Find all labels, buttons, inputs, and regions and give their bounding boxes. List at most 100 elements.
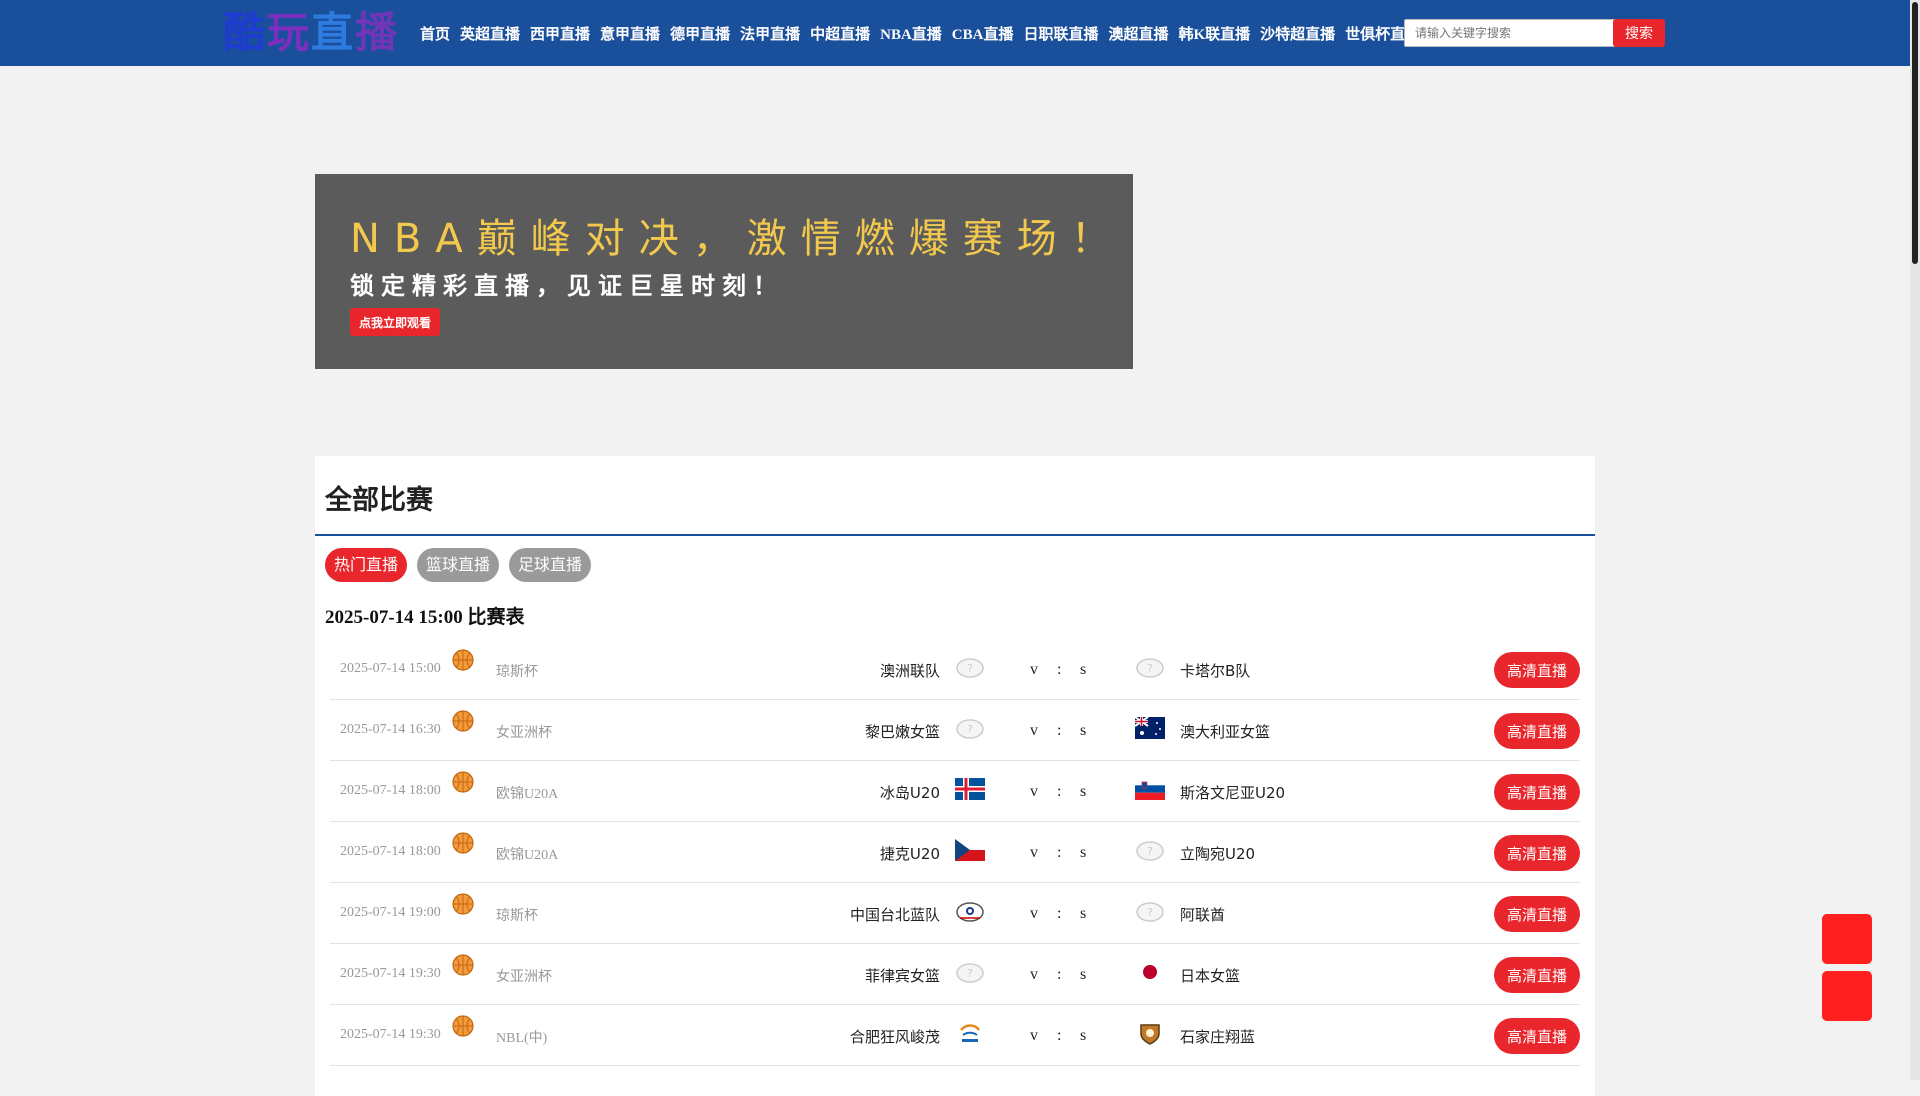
home-team-name[interactable]: 中国台北蓝队 [850,904,940,925]
home-team-name[interactable]: 冰岛U20 [880,782,940,803]
home-team-name[interactable]: 菲律宾女篮 [865,965,940,986]
away-team-name[interactable]: 斯洛文尼亚U20 [1180,782,1285,803]
away-team-name[interactable]: 立陶宛U20 [1180,843,1255,864]
category-tab[interactable]: 足球直播 [509,548,592,582]
score-away-placeholder: s [1080,722,1087,739]
nav-link[interactable]: NBA直播 [880,23,942,44]
match-row: 2025-07-14 19:00 琼斯杯 中国台北蓝队 v: s? 阿联酋 高清直播 [330,883,1580,944]
score-separator: : [1057,966,1062,983]
iceland-flag-icon [955,778,987,804]
nav-link[interactable]: 西甲直播 [530,23,590,44]
score-home-placeholder: v [1030,661,1038,678]
schedule-date-heading: 2025-07-14 15:00 比赛表 [325,607,525,628]
promo-banner[interactable]: NBA巅峰对决，激情燃爆赛场！ 锁定精彩直播，见证巨星时刻！ 点我立即观看 [315,174,1133,369]
category-tab[interactable]: 热门直播 [325,548,408,582]
nav-link[interactable]: 日职联直播 [1023,23,1098,44]
match-league[interactable]: NBL(中) [496,1027,547,1047]
score-separator: : [1057,844,1062,861]
category-tabs: 热门直播 篮球直播 足球直播 [325,548,601,582]
away-team-name[interactable]: 卡塔尔B队 [1180,660,1250,681]
category-tab[interactable]: 篮球直播 [417,548,500,582]
home-team-name[interactable]: 捷克U20 [880,843,940,864]
basketball-icon [452,954,474,976]
float-action-button-1[interactable] [1822,914,1872,964]
page-scrollbar-thumb[interactable] [1912,2,1918,264]
main-nav: 首页 英超直播 西甲直播 意甲直播 德甲直播 法甲直播 中超直播 NBA直播 CBA直播 日职联直… [420,0,1430,66]
float-action-button-2[interactable] [1822,971,1872,1021]
match-league[interactable]: 琼斯杯 [496,661,538,681]
svg-text:?: ? [967,967,973,980]
nav-link[interactable]: 中超直播 [810,23,870,44]
banner-watch-button[interactable]: 点我立即观看 [350,308,440,336]
nav-link[interactable]: 首页 [420,23,450,44]
hd-live-button[interactable]: 高清直播 [1494,774,1580,810]
nav-link[interactable]: 澳超直播 [1108,23,1168,44]
match-league[interactable]: 欧锦U20A [496,844,558,864]
score-home-placeholder: v [1030,905,1038,922]
nav-link[interactable]: 韩K联直播 [1178,23,1250,44]
away-team-name[interactable]: 阿联酋 [1180,904,1225,925]
away-team-name[interactable]: 日本女篮 [1180,965,1240,986]
match-league[interactable]: 琼斯杯 [496,905,538,925]
hefei-team-logo-icon [955,1022,987,1048]
score-separator: : [1057,661,1062,678]
hd-live-button[interactable]: 高清直播 [1494,713,1580,749]
hd-live-button[interactable]: 高清直播 [1494,1018,1580,1054]
match-row: 2025-07-14 16:30 女亚洲杯 黎巴嫩女篮? v: s 澳大利亚女篮 高清直播 [330,700,1580,761]
nav-link[interactable]: 意甲直播 [600,23,660,44]
match-time: 2025-07-14 18:00 [340,783,441,798]
score-separator: : [1057,905,1062,922]
match-league[interactable]: 欧锦U20A [496,783,558,803]
score-separator: : [1057,722,1062,739]
nav-link[interactable]: 德甲直播 [670,23,730,44]
score-away-placeholder: s [1080,661,1087,678]
basketball-icon [452,1015,474,1037]
score-away-placeholder: s [1080,783,1087,800]
hd-live-button[interactable]: 高清直播 [1494,957,1580,993]
score-away-placeholder: s [1080,1027,1087,1044]
home-team-name[interactable]: 黎巴嫩女篮 [865,721,940,742]
placeholder-logo-icon: ? [1135,900,1167,926]
match-row: 2025-07-14 19:30 NBL(中) 合肥狂风峻茂 v: s 石家庄翔蓝 高清直播 [330,1005,1580,1066]
match-league[interactable]: 女亚洲杯 [496,722,552,742]
hd-live-button[interactable]: 高清直播 [1494,835,1580,871]
basketball-icon [452,710,474,732]
score-home-placeholder: v [1030,783,1038,800]
match-row: 2025-07-14 18:00 欧锦U20A 捷克U20 v: s? 立陶宛U20 高清直… [330,822,1580,883]
nav-link[interactable]: 沙特超直播 [1260,23,1335,44]
logo-char: 播 [355,8,400,57]
score-separator: : [1057,1027,1062,1044]
score-separator: : [1057,783,1062,800]
banner-subline: 锁定精彩直播，见证巨星时刻！ [350,272,784,300]
nav-link[interactable]: CBA直播 [952,23,1014,44]
match-league[interactable]: 女亚洲杯 [496,966,552,986]
match-time: 2025-07-14 19:00 [340,905,441,920]
svg-text:?: ? [1147,906,1153,919]
site-logo[interactable]: 酷玩直播 [223,10,399,56]
search-input[interactable] [1404,19,1626,47]
svg-text:?: ? [967,723,973,736]
hd-live-button[interactable]: 高清直播 [1494,652,1580,688]
away-team-name[interactable]: 澳大利亚女篮 [1180,721,1270,742]
placeholder-logo-icon: ? [955,717,987,743]
top-navbar: 酷玩直播 首页 英超直播 西甲直播 意甲直播 德甲直播 法甲直播 中超直播 NBA直播 CBA直… [0,0,1910,66]
away-team-name[interactable]: 石家庄翔蓝 [1180,1026,1255,1047]
search-button[interactable]: 搜索 [1613,19,1665,47]
home-team-name[interactable]: 澳洲联队 [880,660,940,681]
nav-link[interactable]: 法甲直播 [740,23,800,44]
nav-link[interactable]: 英超直播 [460,23,520,44]
basketball-icon [452,771,474,793]
match-time: 2025-07-14 18:00 [340,844,441,859]
hd-live-button[interactable]: 高清直播 [1494,896,1580,932]
score-away-placeholder: s [1080,966,1087,983]
section-divider [315,534,1595,536]
home-team-name[interactable]: 合肥狂风峻茂 [850,1026,940,1047]
matches-panel: 全部比赛 热门直播 篮球直播 足球直播 2025-07-14 15:00 比赛表 2… [315,456,1595,1096]
match-row: 2025-07-14 18:00 欧锦U20A 冰岛U20 v: s 斯洛文尼亚U20 高清… [330,761,1580,822]
australia-flag-icon [1135,717,1167,743]
slovenia-flag-icon [1135,778,1167,804]
match-time: 2025-07-14 16:30 [340,722,441,737]
placeholder-logo-icon: ? [1135,656,1167,682]
banner-headline: NBA巅峰对决，激情燃爆赛场！ [350,216,1125,262]
shijiazhuang-team-logo-icon [1135,1022,1167,1048]
